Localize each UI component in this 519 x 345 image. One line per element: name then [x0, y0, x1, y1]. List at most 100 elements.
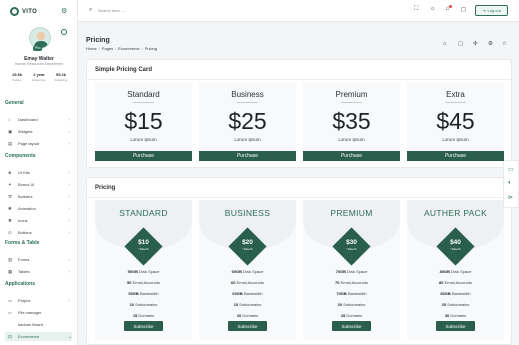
- simple-plan-premium: Premium $35 Lorum Ipsum Purchase: [303, 82, 400, 162]
- logout-button[interactable]: ⇥ Log out: [475, 5, 508, 16]
- sidebar-item-label: File manager: [18, 310, 42, 315]
- stat-following: 95.2k Following: [50, 72, 72, 82]
- sidebar-item-dashboard[interactable]: ⌂ Dashboard ›: [8, 115, 70, 124]
- sidebar-item-page-layout[interactable]: ▤ Page layout ›: [8, 139, 70, 148]
- logo-icon: [10, 7, 19, 16]
- card-title: Pricing: [95, 185, 116, 191]
- notification-dot: [449, 5, 452, 8]
- simple-plan-business: Business $25 Lorum Ipsum Purchase: [199, 82, 296, 162]
- feature-disk-space: 50GB Disk Space: [127, 269, 160, 274]
- palette-icon[interactable]: ◐: [508, 180, 512, 186]
- search-input[interactable]: [98, 6, 188, 15]
- sidebar-toggle-icon[interactable]: ⚙: [61, 7, 67, 15]
- sidebar-item-label: Forms: [18, 257, 30, 262]
- sidebar-item-file-manager[interactable]: ▱ File manager: [8, 308, 70, 317]
- plan-price: $45: [436, 108, 475, 134]
- stat-follow: 19.8k Follow: [6, 72, 28, 82]
- sidebar-item-animation[interactable]: ✺ Animation ›: [8, 204, 70, 213]
- sidebar-item-bonus-ui[interactable]: ✦ Bonus Ui ›: [8, 180, 70, 189]
- subscribe-button[interactable]: Subscribe: [332, 321, 371, 331]
- subscribe-button[interactable]: Subscribe: [124, 321, 163, 331]
- sidebar-item-kanban-board[interactable]: kanban Board: [8, 320, 70, 329]
- star-icon[interactable]: ☆: [502, 41, 507, 47]
- chevron-right-icon: ›: [68, 170, 71, 175]
- subscribe-button[interactable]: Subscribe: [436, 321, 475, 331]
- sidebar-scrollbar[interactable]: [77, 268, 78, 308]
- sidebar-item-forms[interactable]: ▥ Forms ›: [8, 255, 70, 264]
- plan-name: Premium: [335, 90, 368, 99]
- plan-period: / Month: [450, 247, 461, 251]
- purchase-button[interactable]: Purchase: [199, 151, 296, 161]
- subscribe-button[interactable]: Subscribe: [228, 321, 267, 331]
- chevron-right-icon: ›: [68, 206, 71, 211]
- folder-icon: ▱: [8, 309, 12, 315]
- pro-badge: Pro: [33, 46, 43, 51]
- feature-bandwidth: 50GB Bandwidth: [128, 291, 159, 296]
- sidebar-item-label: Animation: [18, 206, 36, 211]
- logo[interactable]: VITO: [10, 7, 37, 16]
- monitor-icon[interactable]: ▭: [508, 166, 514, 173]
- breadcrumb-home[interactable]: Home: [86, 46, 97, 51]
- breadcrumb-current: Pricing: [144, 46, 157, 51]
- sidebar-item-project[interactable]: ▭ Project ›: [8, 296, 70, 305]
- stat-value: 2 year: [33, 72, 45, 77]
- breadcrumb-separator: /: [98, 46, 100, 51]
- project-icon: ▭: [8, 297, 13, 303]
- form-icon: ▥: [8, 256, 13, 262]
- sidebar-item-ui-kits[interactable]: ◈ UI Kits ›: [8, 168, 70, 177]
- feature-bandwidth: 70GB Bandwidth: [336, 291, 367, 296]
- sidebar-item-label: Bonus Ui: [18, 182, 35, 187]
- plan-price: $20: [242, 239, 253, 246]
- breadcrumb-ecommerce[interactable]: Ecommerce: [118, 46, 139, 51]
- customizer-rail: ▭ ◐ ⊳: [503, 160, 519, 208]
- purchase-button[interactable]: Purchase: [407, 151, 504, 161]
- feature-disk-space: 80GB Disk Space: [439, 269, 472, 274]
- settings-icon[interactable]: ⚙: [488, 41, 493, 47]
- feature-subdomains: 15 Subdomains: [233, 302, 262, 307]
- sidebar-item-label: Icons: [18, 218, 28, 223]
- feature-domains: 15 Domains: [132, 313, 155, 318]
- chat-icon[interactable]: ◻: [461, 6, 466, 13]
- breadcrumb-separator: /: [141, 46, 143, 51]
- purchase-button[interactable]: Purchase: [303, 151, 400, 161]
- logout-icon: ⇥: [482, 8, 486, 13]
- simple-plan-standard: Standard $15 Lorum Ipsum Purchase: [95, 82, 192, 162]
- message-icon[interactable]: ▢: [458, 41, 463, 47]
- divider: [87, 197, 511, 198]
- purchase-button[interactable]: Purchase: [95, 151, 192, 161]
- nav-section-forms-table: Forms & Table: [5, 240, 40, 246]
- sidebar-item-builders[interactable]: ⚒ Builders ›: [8, 192, 70, 201]
- builder-icon: ⚒: [8, 193, 13, 199]
- chevron-right-icon: ›: [68, 129, 71, 134]
- puzzle-icon[interactable]: ✣: [473, 41, 478, 47]
- plan-premium: PREMIUM $30 / Month 70GB Disk Space 70 E…: [303, 200, 400, 340]
- chevron-right-icon: ›: [68, 257, 71, 262]
- plan-name: PREMIUM: [330, 208, 373, 218]
- sidebar-item-ecommerce[interactable]: ⊡ Ecommerce ⌄: [5, 332, 72, 341]
- nav-section-components: Components: [5, 153, 36, 159]
- feature-bandwidth: 80GB Bandwidth: [440, 291, 471, 296]
- home-icon[interactable]: ⌂: [443, 41, 446, 47]
- plan-name: STANDARD: [119, 208, 168, 218]
- plan-price: $10: [138, 239, 149, 246]
- theme-icon[interactable]: ☼: [430, 6, 436, 12]
- layout-icon: ▤: [8, 140, 13, 146]
- fullscreen-icon[interactable]: ⛶: [414, 6, 418, 13]
- chevron-right-icon: ›: [68, 269, 71, 274]
- sidebar-item-icons[interactable]: ✖ Icons ›: [8, 216, 70, 225]
- chevron-down-icon: ⌄: [68, 333, 72, 339]
- sidebar-item-tables[interactable]: ▦ Tables ›: [8, 267, 70, 276]
- plan-price: $15: [124, 108, 163, 134]
- button-icon: ⊙: [8, 229, 12, 235]
- sidebar-item-buttons[interactable]: ⊙ Buttons ›: [8, 228, 70, 237]
- pricing-card: Pricing STANDARD $10 / Month 50GB Disk S…: [86, 177, 512, 345]
- feature-disk-space: 60GB Disk Space: [231, 269, 264, 274]
- profile-settings-icon[interactable]: [61, 29, 67, 35]
- plan-price: $30: [346, 239, 357, 246]
- breadcrumb-pages[interactable]: Pages: [102, 46, 113, 51]
- sidebar-item-label: Tables: [18, 269, 30, 274]
- simple-pricing-card: Simple Pricing Card Standard $15 Lorum I…: [86, 59, 512, 168]
- sidebar-item-widgets[interactable]: ▣ Widgets ›: [8, 127, 70, 136]
- chevron-right-icon: ›: [68, 182, 71, 187]
- cart-icon[interactable]: ⊳: [508, 194, 513, 201]
